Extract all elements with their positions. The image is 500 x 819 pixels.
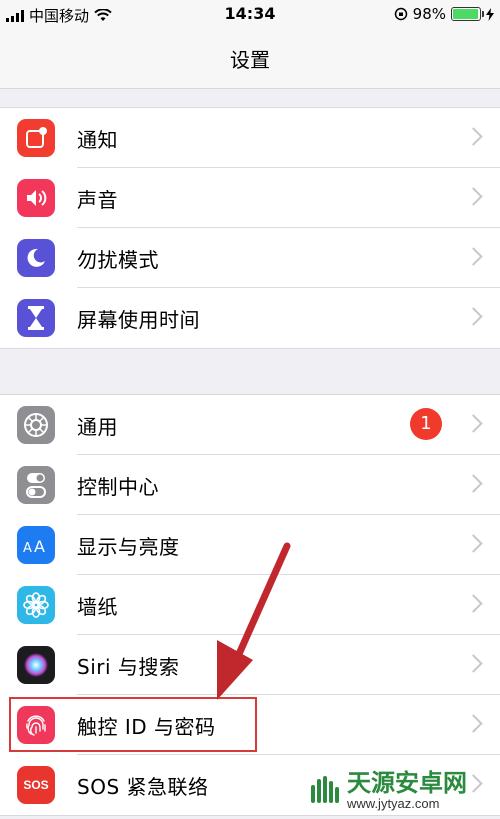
- status-right: 98%: [394, 5, 494, 23]
- watermark: 天源安卓网 www.jytyaz.com: [305, 770, 467, 811]
- sound-icon: [17, 179, 55, 217]
- flower-icon: [17, 586, 55, 624]
- watermark-text: 天源安卓网 www.jytyaz.com: [347, 770, 467, 811]
- settings-row-label: 勿扰模式: [77, 248, 159, 272]
- hourglass-icon: [17, 299, 55, 337]
- chevron-right-icon: [464, 594, 483, 613]
- gear-icon: [17, 406, 55, 444]
- chevron-right-icon: [464, 127, 483, 146]
- battery-icon: [451, 7, 484, 21]
- page-title: 设置: [230, 48, 270, 72]
- settings-row-notifications[interactable]: 通知: [0, 108, 500, 168]
- sos-icon-text: SOS: [23, 778, 49, 792]
- orientation-lock-icon: [394, 7, 407, 21]
- moon-icon: [17, 239, 55, 277]
- battery-percent: 98%: [412, 5, 446, 23]
- settings-row-screen-time[interactable]: 屏幕使用时间: [0, 288, 500, 348]
- navigation-bar: 设置: [0, 30, 500, 89]
- watermark-name: 天源安卓网: [347, 769, 467, 797]
- chevron-right-icon: [464, 414, 483, 433]
- notifications-icon: [17, 119, 55, 157]
- notification-badge: 1: [410, 408, 442, 440]
- watermark-logo-icon: [311, 775, 339, 803]
- settings-group-1: 通知 声音 勿扰模式 屏幕使用时间: [0, 107, 500, 349]
- sos-icon: SOS: [17, 766, 55, 804]
- settings-row-sounds[interactable]: 声音: [0, 168, 500, 228]
- settings-row-label: 屏幕使用时间: [77, 308, 200, 332]
- svg-text:A: A: [34, 537, 45, 555]
- settings-row-label: 通知: [77, 128, 118, 152]
- chevron-right-icon: [464, 187, 483, 206]
- settings-row-label: 通用: [77, 415, 118, 439]
- status-bar: 中国移动 14:34 98%: [0, 0, 500, 30]
- settings-row-label: 控制中心: [77, 475, 159, 499]
- chevron-right-icon: [464, 714, 483, 733]
- chevron-right-icon: [464, 247, 483, 266]
- annotation-arrow-icon: [217, 542, 291, 700]
- settings-row-control-center[interactable]: 控制中心: [0, 455, 500, 515]
- settings-row-label: SOS 紧急联络: [77, 775, 209, 799]
- settings-row-label: 显示与亮度: [77, 535, 180, 559]
- text-size-icon: A A: [17, 526, 55, 564]
- chevron-right-icon: [464, 654, 483, 673]
- settings-row-general[interactable]: 通用 1: [0, 395, 500, 455]
- chevron-right-icon: [464, 307, 483, 326]
- settings-row-label: 声音: [77, 188, 118, 212]
- chevron-right-icon: [464, 474, 483, 493]
- chevron-right-icon: [464, 774, 483, 793]
- settings-row-label: Siri 与搜索: [77, 655, 180, 679]
- charging-icon: [486, 7, 494, 21]
- toggles-icon: [17, 466, 55, 504]
- chevron-right-icon: [464, 534, 483, 553]
- settings-row-do-not-disturb[interactable]: 勿扰模式: [0, 228, 500, 288]
- svg-text:A: A: [23, 541, 32, 555]
- siri-icon: [17, 646, 55, 684]
- watermark-url: www.jytyaz.com: [347, 796, 440, 811]
- settings-row-label: 墙纸: [77, 595, 118, 619]
